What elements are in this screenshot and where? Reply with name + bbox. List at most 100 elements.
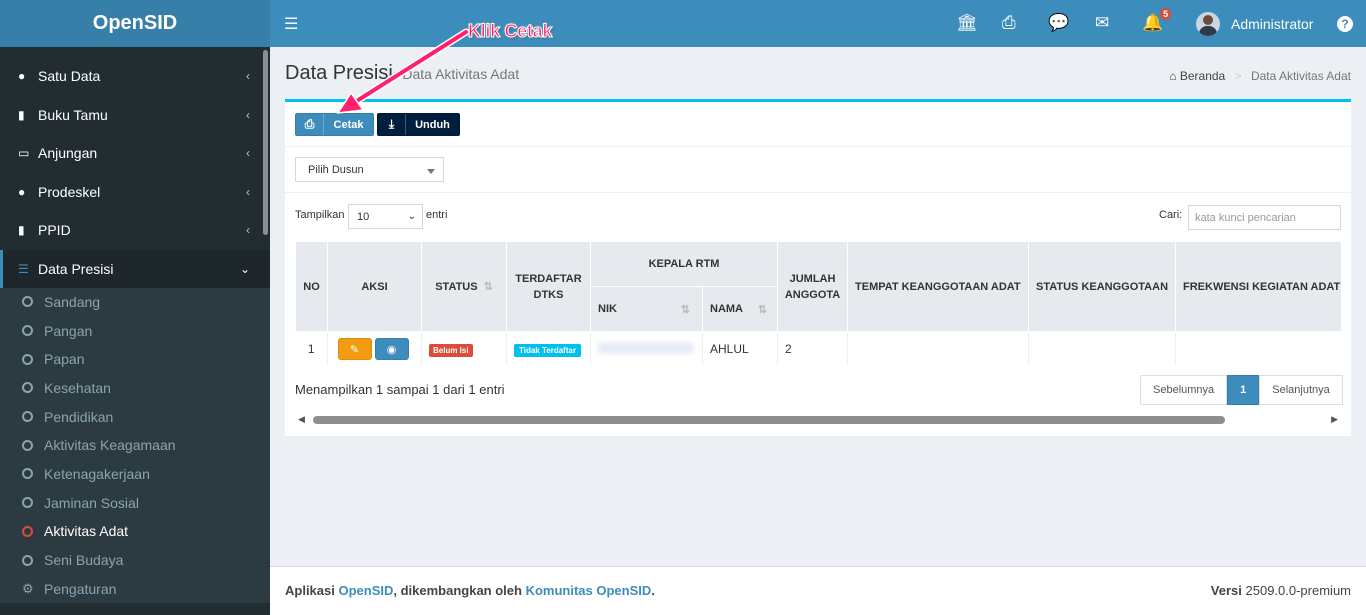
unduh-button[interactable]: ⤓ Unduh <box>377 113 460 136</box>
footer: Aplikasi OpenSID, dikembangkan oleh Komu… <box>270 566 1366 615</box>
submenu-item-ketenagakerjaan[interactable]: Ketenagakerjaan <box>0 460 270 489</box>
submenu-item-jaminan-sosial[interactable]: Jaminan Sosial <box>0 488 270 517</box>
footer-version: Versi 2509.0.0-premium <box>1211 583 1351 598</box>
col-nik[interactable]: NIK ⇅ <box>590 286 703 332</box>
sidebar-item-satu-data[interactable]: ● Satu Data ‹ <box>0 57 270 96</box>
chevron-left-icon: ‹ <box>246 184 250 199</box>
database-icon: ☰ <box>18 261 29 276</box>
nik-redacted <box>598 341 694 354</box>
cetak-label: Cetak <box>333 118 364 131</box>
sidebar-item-anjungan[interactable]: ▭ Anjungan ‹ <box>0 134 270 173</box>
app-logo[interactable]: OpenSID <box>0 0 270 47</box>
chevron-down-icon: ⌄ <box>407 211 416 222</box>
length-select[interactable]: 10 ⌄ <box>348 204 423 229</box>
divider <box>285 146 1351 147</box>
submenu-item-aktivitas-keagamaan[interactable]: Aktivitas Keagamaan <box>0 431 270 460</box>
printer-icon[interactable]: ⎙ <box>1002 13 1016 33</box>
submenu-label: Ketenagakerjaan <box>44 465 150 482</box>
cetak-button[interactable]: ⎙ Cetak <box>295 113 374 136</box>
horizontal-scrollbar[interactable]: ◀ ▶ <box>295 413 1341 427</box>
submenu-item-pangan[interactable]: Pangan <box>0 316 270 345</box>
dtks-badge: Tidak Terdaftar <box>514 344 582 357</box>
view-button[interactable]: ◉ <box>374 338 409 360</box>
submenu-item-sandang[interactable]: Sandang <box>0 288 270 317</box>
submenu-label: Jaminan Sosial <box>44 494 139 511</box>
printer-icon: ⎙ <box>296 114 324 135</box>
gear-icon: ⚙ <box>22 580 34 596</box>
col-status-label: STATUS <box>435 281 478 293</box>
mail-icon[interactable]: ✉ <box>1095 13 1109 33</box>
footer-credit: Aplikasi OpenSID, dikembangkan oleh Komu… <box>285 583 655 598</box>
edit-button[interactable]: ✎ <box>337 338 372 360</box>
entries-label: entri <box>426 209 448 221</box>
sidebar-item-buku-tamu[interactable]: ▮ Buku Tamu ‹ <box>0 96 270 135</box>
cell-status: Belum Isi <box>421 331 507 365</box>
length-label: Tampilkan <box>295 209 345 221</box>
unduh-label: Unduh <box>415 118 450 131</box>
chevron-left-icon: ‹ <box>246 223 250 238</box>
bank-icon[interactable]: 🏛 <box>956 13 978 33</box>
cell-aksi: ✎ ◉ <box>327 331 422 365</box>
version-value: 2509.0.0-premium <box>1245 583 1352 598</box>
col-jumlah-anggota: JUMLAH ANGGOTA <box>777 241 849 332</box>
submenu-item-pengaturan[interactable]: ⚙ Pengaturan <box>0 574 270 603</box>
sidebar-item-data-presisi[interactable]: ☰ Data Presisi ⌄ <box>0 249 270 288</box>
status-badge: Belum Isi <box>429 344 473 357</box>
username-label[interactable]: Administrator <box>1231 16 1313 32</box>
sidebar-item-label: Prodeskel <box>38 183 101 200</box>
community-link[interactable]: Komunitas OpenSID <box>526 583 652 598</box>
sidebar-item-ppid[interactable]: ▮ PPID ‹ <box>0 211 270 250</box>
scroll-left-icon[interactable]: ◀ <box>298 414 305 425</box>
submenu-item-pendidikan[interactable]: Pendidikan <box>0 402 270 431</box>
next-page-button[interactable]: Selanjutnya <box>1259 375 1343 405</box>
cell-frekwensi <box>1175 331 1341 365</box>
cell-no: 1 <box>295 331 328 365</box>
opensid-link[interactable]: OpenSID <box>338 583 393 598</box>
breadcrumb-current: Data Aktivitas Adat <box>1250 69 1351 83</box>
cell-tempat <box>847 331 1030 365</box>
sidebar-submenu: Sandang Pangan Papan Kesehatan Pendidika… <box>0 287 270 604</box>
dusun-select-value: Pilih Dusun <box>308 164 364 176</box>
submenu-item-kesehatan[interactable]: Kesehatan <box>0 374 270 403</box>
prev-page-button[interactable]: Sebelumnya <box>1140 375 1228 405</box>
globe-icon: ● <box>18 69 26 84</box>
caret-down-icon <box>427 169 435 174</box>
edit-icon: ✎ <box>349 344 360 356</box>
col-tempat-keanggotaan: TEMPAT KEANGGOTAAN ADAT <box>847 241 1030 332</box>
submenu-item-aktivitas-adat[interactable]: Aktivitas Adat <box>0 517 270 546</box>
col-status[interactable]: STATUS ⇅ <box>421 241 507 332</box>
sidebar-item-label: Data Presisi <box>38 260 114 277</box>
help-icon[interactable]: ? <box>1337 16 1353 32</box>
sort-icon: ⇅ <box>680 304 690 316</box>
col-kepala-rtm: KEPALA RTM <box>589 241 779 287</box>
circle-icon <box>22 353 33 365</box>
circle-icon <box>22 554 33 566</box>
notification-badge: 5 <box>1160 8 1172 20</box>
breadcrumb: ⌂ Beranda > Data Aktivitas Adat <box>1169 69 1351 83</box>
version-label: Versi <box>1210 583 1242 598</box>
search-input[interactable]: kata kunci pencarian <box>1188 205 1341 230</box>
circle-icon <box>22 296 33 308</box>
col-status-keanggotaan: STATUS KEANGGOTAAN <box>1028 241 1177 332</box>
cell-jumlah: 2 <box>777 331 849 365</box>
top-navbar: ☰ 🏛 ⎙ 💬 ✉ 🔔 5 Administrator ? <box>270 0 1366 47</box>
breadcrumb-home[interactable]: Beranda <box>1180 69 1225 83</box>
sidebar-item-prodeskel[interactable]: ● Prodeskel ‹ <box>0 173 270 212</box>
col-terdaftar-dtks: TERDAFTAR DTKS <box>506 241 591 332</box>
scroll-right-icon[interactable]: ▶ <box>1331 414 1338 425</box>
avatar[interactable] <box>1196 12 1220 36</box>
bell-icon[interactable]: 🔔 5 <box>1142 8 1172 33</box>
page-title-text: Data Presisi <box>285 62 393 84</box>
dusun-select[interactable]: Pilih Dusun <box>295 157 444 182</box>
submenu-item-papan[interactable]: Papan <box>0 345 270 374</box>
home-icon: ⌂ <box>1169 69 1177 83</box>
page-1-button[interactable]: 1 <box>1227 375 1260 405</box>
chat-icon[interactable]: 💬 <box>1048 13 1069 33</box>
hamburger-menu-icon[interactable]: ☰ <box>284 14 298 34</box>
submenu-item-seni-budaya[interactable]: Seni Budaya <box>0 546 270 575</box>
table-row: 1 ✎ ◉ Belum Isi Tidak Terdaftar AHLUL 2 <box>295 331 1341 365</box>
footer-suffix: . <box>651 583 655 598</box>
scrollbar-thumb[interactable] <box>313 416 1225 424</box>
col-aksi: AKSI <box>327 241 422 332</box>
col-nama[interactable]: NAMA ⇅ <box>701 286 779 332</box>
